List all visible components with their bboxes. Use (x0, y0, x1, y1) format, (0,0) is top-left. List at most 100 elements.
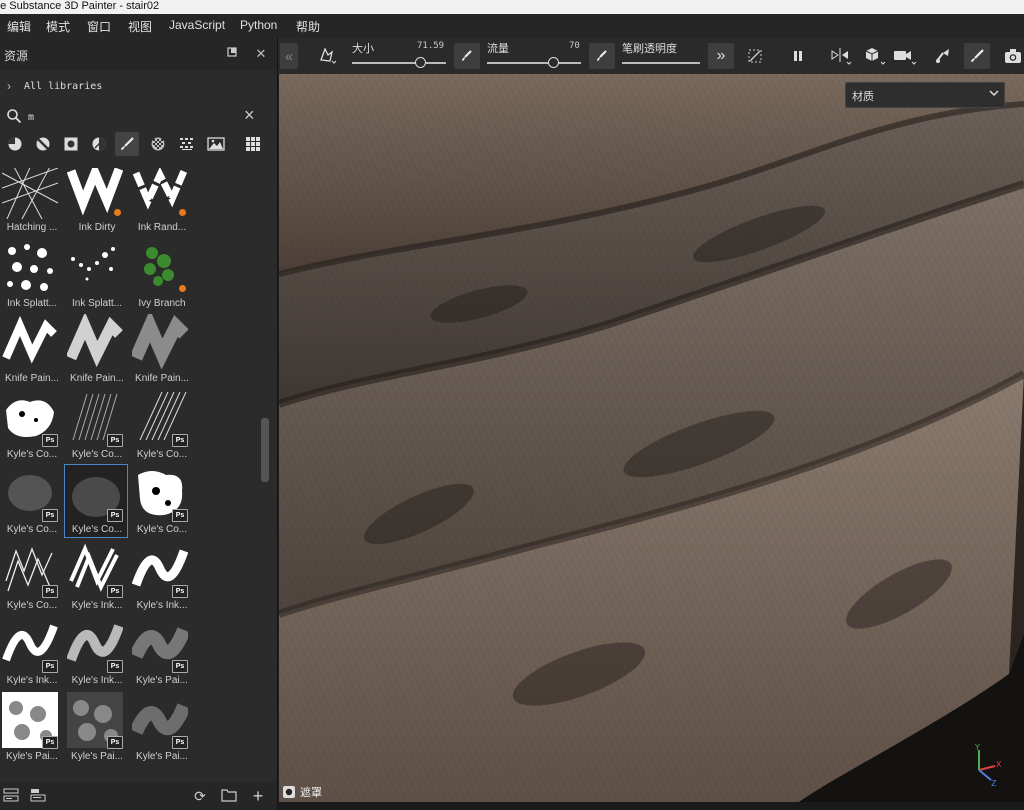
brush-name: Ink Splatt... (6, 297, 58, 309)
brush-name: Kyle's Pai... (136, 750, 188, 762)
brush-asset[interactable]: Knife Pain... (65, 314, 129, 388)
brush-name: Kyle's Ink... (6, 675, 58, 686)
flow-slider-track[interactable] (487, 62, 581, 64)
brush-icon[interactable] (115, 132, 139, 156)
brush-asset[interactable]: Ps Kyle's Co... (0, 541, 64, 615)
menu-edit[interactable]: 编辑 (7, 18, 31, 35)
environment-icon[interactable] (204, 132, 228, 156)
brush-asset[interactable]: Ink Splatt... (65, 239, 129, 313)
brush-asset[interactable]: Hatching ... (0, 168, 64, 237)
material-icon[interactable] (3, 132, 27, 156)
size-value: 71.59 (417, 41, 445, 51)
size-slider-knob[interactable] (414, 57, 426, 68)
brush-asset[interactable]: Ps Kyle's Co... (0, 465, 64, 539)
mask-toggle[interactable]: 遮罩 (280, 782, 330, 802)
size-slider-track[interactable] (352, 62, 446, 64)
3d-viewport[interactable]: Y X Z (279, 74, 1024, 802)
brush-preset-icon[interactable] (314, 43, 340, 69)
brush-asset[interactable]: Ps Kyle's Pai... (0, 691, 64, 766)
projection-icon[interactable] (930, 43, 956, 69)
add-icon[interactable]: + (249, 787, 267, 805)
window-title: be Substance 3D Painter - stair02 (0, 0, 160, 12)
brush-asset[interactable]: Ps Kyle's Pai... (65, 691, 129, 766)
chevron-right-icon: › (7, 79, 11, 93)
photoshop-badge-icon: Ps (107, 660, 123, 673)
assets-panel: 资源 ✕ › All libraries × (0, 38, 278, 810)
refresh-icon[interactable]: ⟳ (191, 788, 209, 804)
brush-asset[interactable]: Ps Kyle's Pai... (130, 692, 194, 766)
brush-thumbnail (67, 239, 123, 295)
material-mode-dropdown[interactable]: 材质 (845, 82, 1005, 108)
brush-asset[interactable]: Knife Pain... (0, 314, 64, 388)
asset-scrollbar[interactable] (261, 168, 269, 788)
clear-search-icon[interactable]: × (244, 105, 255, 126)
opacity-slider-track[interactable] (622, 62, 700, 64)
brush-name: Kyle's Ink... (71, 675, 123, 686)
brush-asset[interactable]: Ps Kyle's Co... (64, 464, 129, 539)
brush-asset[interactable]: Ps Kyle's Co... (0, 390, 64, 464)
photoshop-badge-icon: Ps (42, 509, 58, 522)
menu-javascript[interactable]: JavaScript (169, 18, 225, 32)
brush-asset[interactable]: Ps Kyle's Ink... (65, 616, 129, 690)
rock-stairs-render (279, 74, 1024, 802)
brush-name: Kyle's Pai... (136, 675, 188, 686)
grid-view-icon[interactable] (241, 132, 265, 156)
paint-tool-icon[interactable] (964, 43, 990, 69)
photoshop-badge-icon: Ps (107, 433, 123, 447)
search-input[interactable] (28, 108, 228, 126)
brush-asset[interactable]: Ivy Branch (130, 239, 194, 313)
brush-name: Ink Rand... (137, 222, 187, 233)
symmetry-off-icon[interactable] (742, 43, 768, 69)
photoshop-badge-icon: Ps (172, 660, 188, 673)
brush-asset[interactable]: Ps Kyle's Co... (130, 390, 194, 464)
menu-window[interactable]: 窗口 (87, 18, 111, 35)
photoshop-badge-icon: Ps (107, 584, 123, 598)
menu-python[interactable]: Python (240, 18, 277, 32)
photoshop-badge-icon: Ps (172, 433, 188, 447)
size-pen-pressure-icon[interactable] (454, 43, 480, 69)
particle-icon[interactable] (175, 132, 199, 156)
expand-toolbar-icon[interactable]: » (708, 43, 734, 69)
brush-asset[interactable]: Ink Splatt... (0, 239, 64, 313)
library-settings-icon[interactable] (29, 788, 47, 804)
smart-mask-icon[interactable] (59, 132, 83, 156)
axis-y-label: Y (974, 743, 980, 752)
brush-asset[interactable]: Ink Rand... (130, 168, 194, 237)
video-camera-icon[interactable] (892, 43, 918, 69)
flow-pen-pressure-icon[interactable] (589, 43, 615, 69)
camera-cube-icon[interactable] (862, 43, 888, 69)
screenshot-camera-icon[interactable] (1000, 43, 1024, 69)
brush-asset[interactable]: Ps Kyle's Ink... (130, 541, 194, 615)
folder-icon[interactable] (220, 788, 238, 804)
menu-view[interactable]: 视图 (128, 18, 152, 35)
symmetry-icon[interactable] (828, 43, 854, 69)
brush-asset[interactable]: Ink Dirty (65, 168, 129, 237)
brush-name: Kyle's Co... (71, 448, 123, 460)
brush-asset[interactable]: Knife Pain... (130, 314, 194, 388)
flow-slider-knob[interactable] (547, 57, 559, 68)
alpha-icon[interactable] (146, 132, 170, 156)
library-selector[interactable]: › All libraries (0, 76, 277, 100)
menu-help[interactable]: 帮助 (296, 18, 320, 35)
menu-mode[interactable]: 模式 (46, 18, 70, 35)
brush-asset[interactable]: Ps Kyle's Ink... (65, 541, 129, 615)
brush-asset[interactable]: Ps Kyle's Co... (130, 465, 194, 539)
axis-x-label: X (996, 760, 1002, 769)
import-icon[interactable] (2, 788, 20, 804)
brush-name: Knife Pain... (135, 373, 189, 384)
brush-name: Knife Pain... (5, 373, 59, 384)
scrollbar-thumb[interactable] (261, 418, 269, 483)
brush-asset[interactable]: Ps Kyle's Ink... (0, 616, 64, 690)
undock-icon[interactable] (224, 46, 240, 62)
collapse-left-icon[interactable]: « (280, 43, 298, 69)
axis-z-label: Z (991, 779, 997, 786)
library-label: All libraries (24, 81, 103, 92)
smart-material-icon[interactable] (31, 132, 55, 156)
pause-icon[interactable] (785, 43, 811, 69)
brush-name: Ink Splatt... (71, 297, 123, 309)
texture-icon[interactable] (87, 132, 111, 156)
assets-panel-title: 资源 (4, 49, 29, 63)
close-icon[interactable]: ✕ (253, 46, 269, 62)
brush-asset[interactable]: Ps Kyle's Pai... (130, 616, 194, 690)
brush-asset[interactable]: Ps Kyle's Co... (65, 390, 129, 464)
